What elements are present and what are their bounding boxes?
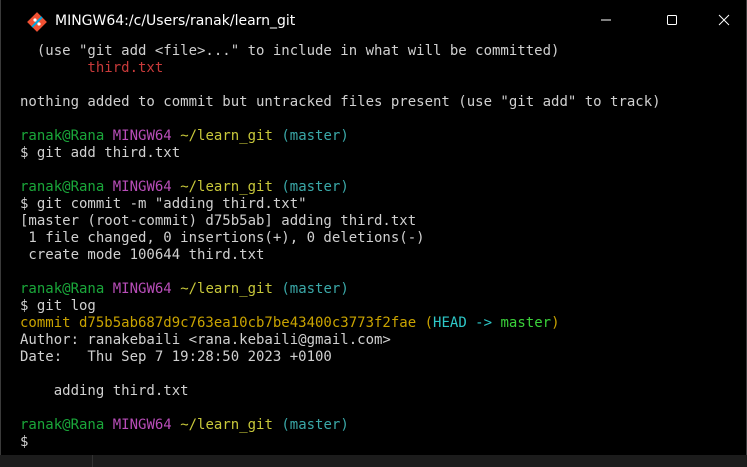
- commit-author: Author: ranakebaili <rana.kebaili@gmail.…: [20, 332, 391, 348]
- git-bash-icon: [27, 12, 47, 32]
- prompt-path: ~/learn_git: [180, 128, 273, 144]
- minimize-button[interactable]: [583, 0, 629, 44]
- prompt-branch: (master): [281, 417, 349, 433]
- commit-message: adding third.txt: [20, 383, 189, 399]
- maximize-button[interactable]: [649, 0, 695, 44]
- prompt-path: ~/learn_git: [180, 281, 273, 297]
- ref-paren-open: (: [424, 315, 434, 331]
- close-icon: [718, 13, 730, 31]
- commit-hash: commit d75b5ab687d9c763ea10cb7be43400c37…: [20, 315, 417, 331]
- divider: [92, 455, 93, 467]
- prompt-branch: (master): [281, 128, 349, 144]
- prompt-path: ~/learn_git: [180, 179, 273, 195]
- prompt-host: MINGW64: [112, 128, 172, 144]
- taskbar-strip: [0, 455, 747, 467]
- output-line: 1 file changed, 0 insertions(+), 0 delet…: [20, 230, 425, 246]
- prompt-user: ranak@Rana: [20, 417, 105, 433]
- maximize-icon: [666, 13, 678, 31]
- prompt-user: ranak@Rana: [20, 179, 105, 195]
- command-input-line[interactable]: $: [2, 434, 742, 451]
- prompt-line: ranak@Rana MINGW64 ~/learn_git (master): [2, 179, 742, 196]
- command-line: $ git add third.txt: [20, 145, 181, 161]
- commit-line: commit d75b5ab687d9c763ea10cb7be43400c37…: [2, 315, 742, 332]
- prompt-host: MINGW64: [112, 417, 172, 433]
- minimize-icon: [600, 13, 612, 31]
- terminal-window: MINGW64:/c/Users/ranak/learn_git (use "g…: [0, 0, 747, 467]
- window-title: MINGW64:/c/Users/ranak/learn_git: [55, 13, 296, 29]
- prompt-host: MINGW64: [112, 179, 172, 195]
- prompt-user: ranak@Rana: [20, 128, 105, 144]
- output-line: create mode 100644 third.txt: [20, 247, 265, 263]
- prompt-line: ranak@Rana MINGW64 ~/learn_git (master): [2, 281, 742, 298]
- commit-date: Date: Thu Sep 7 19:28:50 2023 +0100: [20, 349, 332, 365]
- prompt-branch: (master): [281, 281, 349, 297]
- title-bar[interactable]: MINGW64:/c/Users/ranak/learn_git: [1, 0, 746, 44]
- ref-paren-close: ): [551, 315, 560, 331]
- terminal-scrollbar[interactable]: [742, 44, 746, 463]
- prompt-line: ranak@Rana MINGW64 ~/learn_git (master): [2, 128, 742, 145]
- terminal-line: nothing added to commit but untracked fi…: [20, 94, 661, 110]
- command-line: $ git log: [20, 298, 96, 314]
- prompt-path: ~/learn_git: [180, 417, 273, 433]
- output-line: [master (root-commit) d75b5ab] adding th…: [20, 213, 417, 229]
- prompt-user: ranak@Rana: [20, 281, 105, 297]
- prompt-branch: (master): [281, 179, 349, 195]
- terminal-output[interactable]: (use "git add <file>..." to include in w…: [2, 43, 742, 463]
- branch-ref: master: [500, 315, 552, 331]
- command-line: $ git commit -m "adding third.txt": [20, 196, 307, 212]
- head-ref: HEAD ->: [433, 315, 493, 331]
- prompt-line: ranak@Rana MINGW64 ~/learn_git (master): [2, 417, 742, 434]
- close-button[interactable]: [701, 0, 746, 44]
- prompt-host: MINGW64: [112, 281, 172, 297]
- terminal-line: (use "git add <file>..." to include in w…: [20, 43, 560, 59]
- untracked-file: third.txt: [20, 60, 164, 76]
